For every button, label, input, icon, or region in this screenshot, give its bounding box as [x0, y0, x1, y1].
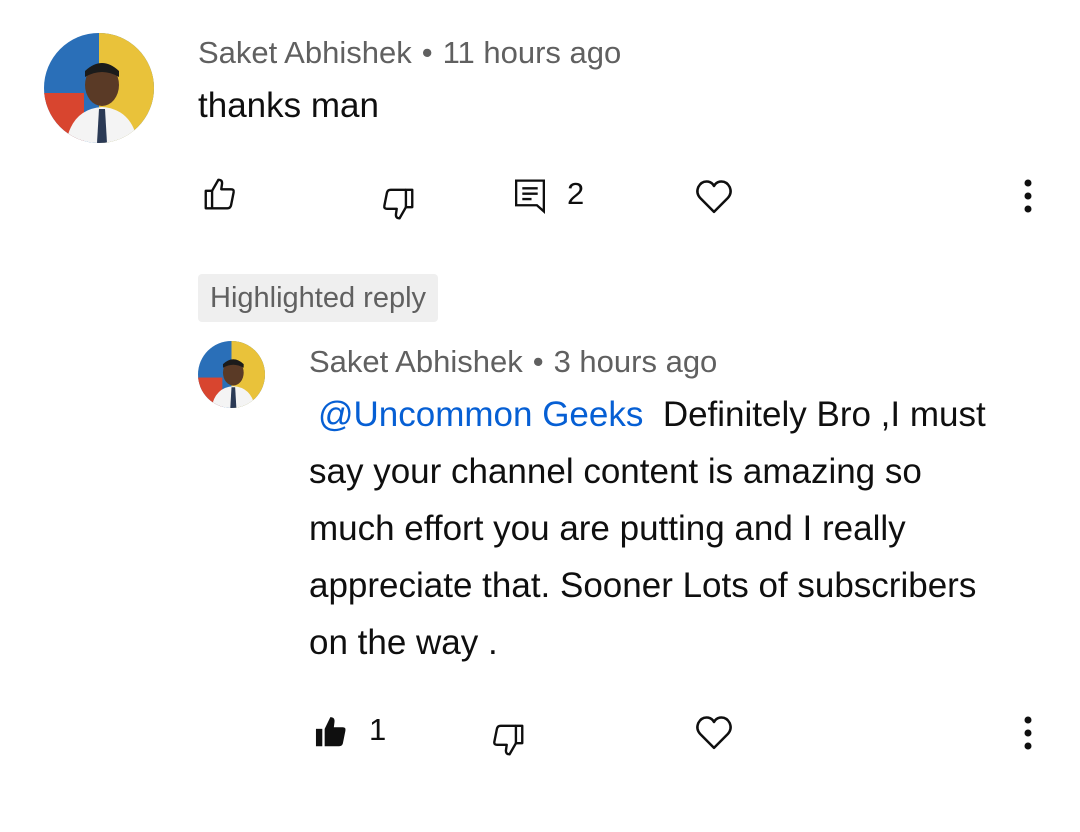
meta-separator: • [532, 344, 544, 379]
reply-text: @Uncommon Geeks Definitely Bro ,I must s… [309, 386, 1009, 671]
reply-button[interactable] [508, 174, 552, 218]
like-button[interactable] [198, 172, 242, 216]
reply-count[interactable]: 2 [567, 176, 584, 212]
reply-more-options-button[interactable] [1008, 711, 1048, 755]
reply-like-button[interactable] [309, 710, 353, 754]
heart-button[interactable] [692, 174, 736, 218]
reply-meta: Saket Abhishek • 3 hours ago [309, 344, 717, 380]
highlighted-reply-badge: Highlighted reply [198, 274, 439, 322]
dislike-button[interactable] [376, 182, 420, 226]
comment-timestamp[interactable]: 11 hours ago [443, 35, 622, 70]
thumbs-down-outline-icon [493, 724, 524, 756]
mention-link[interactable]: @Uncommon Geeks [318, 395, 643, 434]
reply-timestamp[interactable]: 3 hours ago [554, 344, 718, 379]
reply-dislike-button[interactable] [486, 718, 530, 762]
heart-outline-icon [696, 180, 732, 214]
more-options-button[interactable] [1008, 174, 1048, 218]
comment-meta: Saket Abhishek • 11 hours ago [198, 35, 621, 71]
heart-outline-icon [696, 716, 732, 750]
thumbs-up-filled-icon [315, 717, 346, 747]
reply-author-name[interactable]: Saket Abhishek [309, 344, 523, 379]
comment-author-name[interactable]: Saket Abhishek [198, 35, 412, 70]
comment-text: thanks man [198, 86, 379, 125]
more-vertical-icon [1024, 716, 1032, 750]
reply-like-count: 1 [369, 712, 387, 747]
reply-heart-button[interactable] [692, 710, 736, 754]
reply-author-avatar[interactable] [198, 341, 265, 408]
more-vertical-icon [1024, 179, 1032, 213]
thumbs-up-outline-icon [204, 178, 235, 210]
reply-text-body: Definitely Bro ,I must say your channel … [309, 395, 986, 662]
thumbs-down-outline-icon [383, 188, 414, 220]
comment-reply-icon [515, 179, 545, 214]
meta-separator: • [421, 35, 433, 70]
comment-author-avatar[interactable] [44, 33, 154, 143]
